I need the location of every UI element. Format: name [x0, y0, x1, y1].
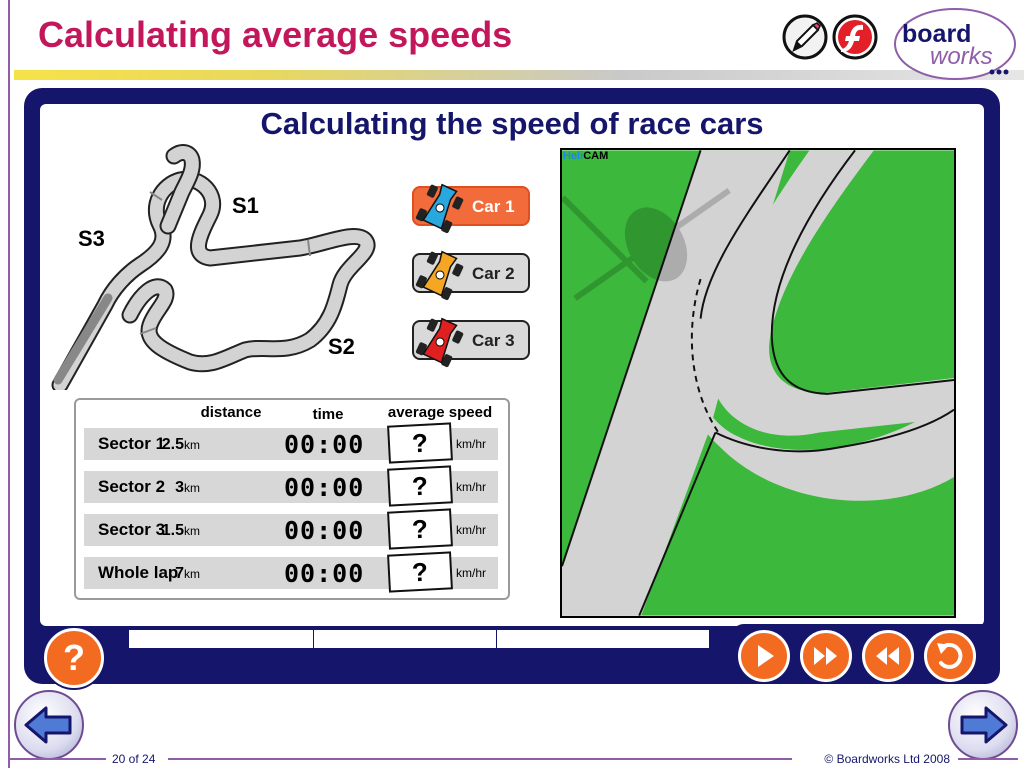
previous-slide-button[interactable] — [14, 690, 84, 760]
helicam-view — [560, 148, 956, 618]
title-underline — [14, 70, 1024, 80]
sector-label-s2: S2 — [328, 334, 355, 359]
speed-answer-box[interactable]: ? — [387, 508, 453, 550]
car-2-button[interactable]: Car 2 — [412, 250, 530, 301]
row-name: Sector 1 — [98, 434, 166, 453]
copyright-notice: © Boardworks Ltd 2008 — [824, 752, 950, 766]
row-time: 00:00 — [284, 430, 365, 459]
speed-unit: km/hr — [456, 437, 486, 451]
next-slide-button[interactable] — [948, 690, 1018, 760]
row-name: Sector 3 — [98, 520, 166, 539]
boardworks-logo: board works — [894, 8, 1016, 80]
speed-unit: km/hr — [456, 523, 486, 537]
speed-unit: km/hr — [456, 566, 486, 580]
row-distance: 2.5km — [161, 436, 200, 453]
play-button[interactable] — [738, 630, 790, 682]
car-1-label: Car 1 — [472, 197, 515, 216]
previous-slide-icon — [24, 706, 72, 744]
row-name: Whole lap — [98, 563, 179, 582]
row-distance: 7km — [175, 565, 200, 582]
table-row: Whole lap 7km 00:00 ? km/hr — [84, 551, 498, 593]
help-button[interactable]: ? — [44, 628, 104, 688]
row-time: 00:00 — [284, 516, 365, 545]
speed-answer-box[interactable]: ? — [387, 422, 453, 464]
progress-bar — [128, 629, 710, 649]
header-average-speed: average speed — [387, 404, 493, 421]
car-2-label: Car 2 — [472, 264, 515, 283]
svg-text:works: works — [930, 43, 993, 70]
row-name: Sector 2 — [98, 477, 166, 496]
race-car-icon — [415, 250, 464, 301]
table-row: Sector 2 3km 00:00 ? km/hr — [84, 465, 498, 507]
slide-title: Calculating average speeds — [38, 14, 513, 55]
progress-divider — [496, 630, 497, 648]
simulation-title: Calculating the speed of race cars — [260, 106, 764, 141]
rewind-icon — [876, 647, 899, 665]
play-icon — [758, 645, 774, 667]
car-1-button[interactable]: Car 1 — [412, 183, 530, 234]
table-row: Sector 1 2.5km 00:00 ? km/hr — [84, 422, 498, 464]
header-time: time — [312, 406, 344, 423]
next-slide-icon — [960, 706, 1008, 744]
rewind-button[interactable] — [862, 630, 914, 682]
table-row: Sector 3 1.5km 00:00 ? km/hr — [84, 508, 498, 550]
footer-rule-middle — [168, 758, 792, 760]
footer-rule-left — [10, 758, 106, 760]
page-number: 20 of 24 — [112, 752, 156, 766]
row-time: 00:00 — [284, 559, 365, 588]
pencil-icon[interactable] — [782, 14, 828, 60]
car-3-button[interactable]: Car 3 — [412, 317, 530, 368]
speed-answer-box[interactable]: ? — [387, 551, 453, 593]
race-car-icon — [415, 183, 464, 234]
reset-icon — [937, 642, 963, 669]
helicam-label: HeliCAM — [563, 150, 609, 162]
header-distance: distance — [200, 404, 262, 421]
race-car-icon — [415, 317, 464, 368]
car-3-label: Car 3 — [472, 331, 515, 350]
row-distance: 1.5km — [161, 522, 200, 539]
fast-forward-button[interactable] — [800, 630, 852, 682]
reset-button[interactable] — [924, 630, 976, 682]
footer-rule-right — [958, 758, 1018, 760]
row-time: 00:00 — [284, 473, 365, 502]
fast-forward-icon — [814, 647, 837, 665]
sector-label-s1: S1 — [232, 193, 259, 218]
flash-icon[interactable] — [832, 14, 878, 60]
progress-divider — [313, 630, 314, 648]
left-border — [8, 0, 10, 768]
row-distance: 3km — [175, 479, 200, 496]
help-icon: ? — [63, 637, 85, 678]
speed-answer-box[interactable]: ? — [387, 465, 453, 507]
speed-unit: km/hr — [456, 480, 486, 494]
sector-label-s3: S3 — [78, 226, 105, 251]
